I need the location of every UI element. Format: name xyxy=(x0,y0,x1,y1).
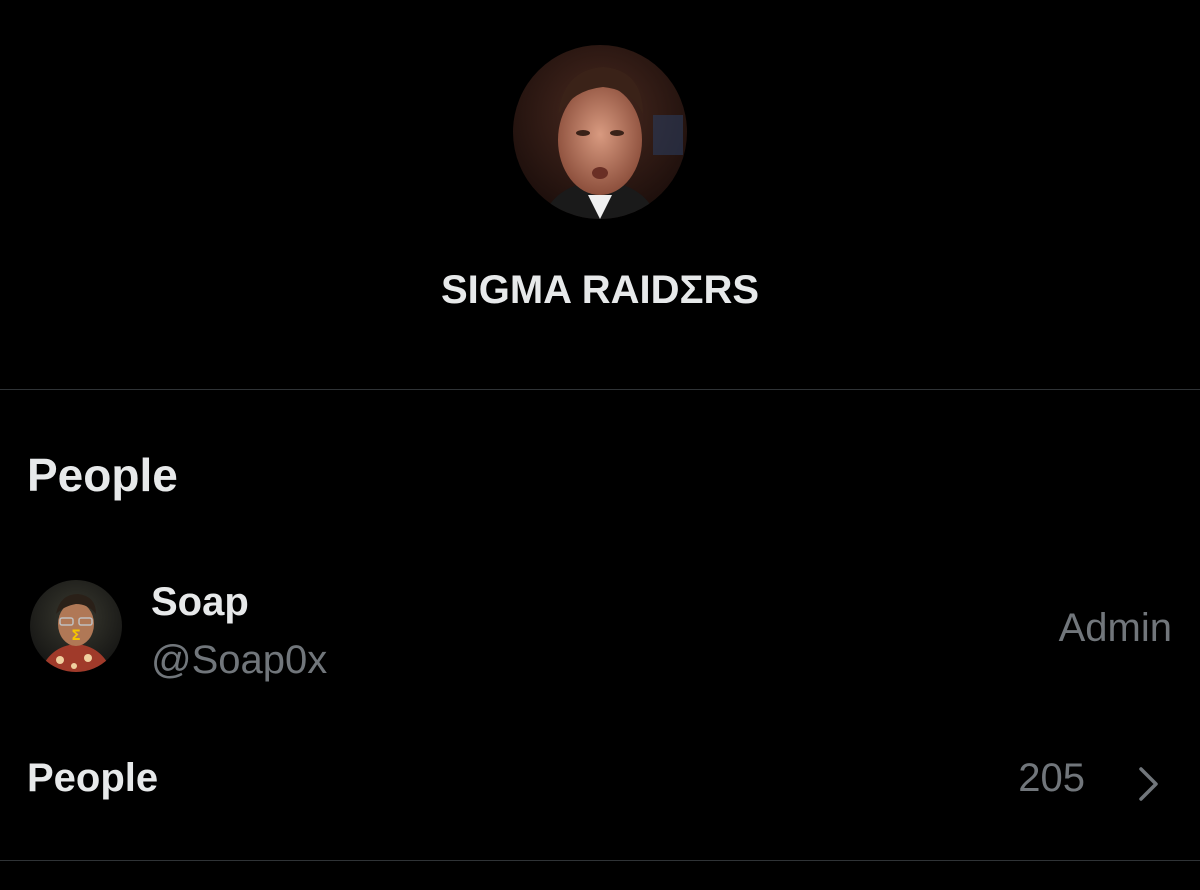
group-name: SIGMA RAIDΣRS xyxy=(440,268,760,312)
sigma-badge: Σ xyxy=(71,628,81,644)
group-header: SIGMA RAIDΣRS xyxy=(0,0,1200,389)
member-role-badge: Admin xyxy=(1058,606,1172,650)
member-name: Soap xyxy=(151,580,249,624)
people-section-title: People xyxy=(27,449,178,501)
group-avatar[interactable] xyxy=(513,45,687,219)
people-count: 205 xyxy=(1018,756,1085,800)
member-handle: @Soap0x xyxy=(151,638,328,682)
divider xyxy=(0,860,1200,861)
people-link-label: People xyxy=(27,756,159,800)
people-link-row[interactable]: People 205 xyxy=(0,740,1200,820)
divider xyxy=(0,389,1200,390)
member-avatar[interactable]: Σ xyxy=(30,580,122,672)
group-avatar-photo-icon xyxy=(513,45,687,219)
user-avatar-photo-icon: Σ xyxy=(30,580,122,672)
member-list-item[interactable]: Σ Soap @Soap0x Admin xyxy=(0,570,1200,690)
chevron-right-icon xyxy=(1139,767,1158,801)
